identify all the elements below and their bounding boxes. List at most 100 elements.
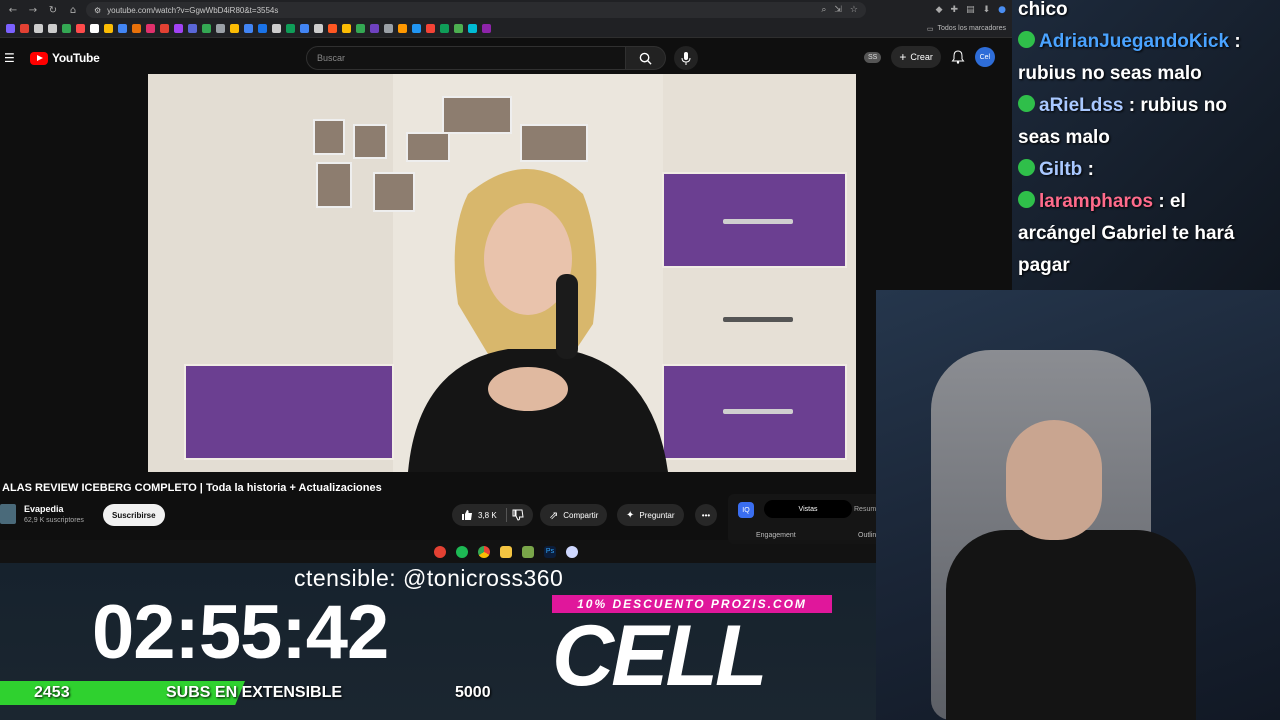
youtube-wordmark: YouTube (52, 51, 100, 65)
bookmark-icon[interactable] (62, 24, 71, 33)
bookmark-icon[interactable] (90, 24, 99, 33)
bookmark-icon[interactable] (230, 24, 239, 33)
photoshop-icon[interactable]: Ps (544, 545, 556, 558)
channel-row: Evapedia 62,9 K suscriptores Suscribirse… (0, 500, 720, 530)
downloads-icon[interactable]: ⬇ (983, 5, 991, 15)
channel-subscribers: 62,9 K suscriptores (24, 517, 84, 524)
bookmark-icon[interactable] (454, 24, 463, 33)
bookmark-icon[interactable] (244, 24, 253, 33)
bookmark-icon[interactable] (384, 24, 393, 33)
ask-button[interactable]: ✦ Preguntar (617, 504, 684, 526)
taskbar-app-icon[interactable] (434, 545, 446, 558)
chat-text: : (1234, 31, 1241, 52)
minecraft-icon[interactable] (522, 545, 534, 558)
chrome-icon[interactable] (478, 545, 490, 558)
notifications-bell-icon[interactable] (951, 50, 965, 64)
subscribe-button[interactable]: Suscribirse (103, 504, 165, 526)
bookmark-icon[interactable] (468, 24, 477, 33)
bookmark-icon[interactable] (482, 24, 491, 33)
menu-icon[interactable]: ☰ (4, 51, 18, 65)
bookmark-icon[interactable] (412, 24, 421, 33)
url-field[interactable]: ⚙ youtube.com/watch?v=GgwWbD4iR80&t=3554… (86, 2, 866, 18)
bookmark-icon[interactable] (342, 24, 351, 33)
search-input[interactable]: Buscar (306, 46, 626, 70)
chat-username[interactable]: Giltb (1039, 159, 1082, 180)
video-player[interactable] (148, 74, 856, 472)
channel-avatar[interactable] (0, 504, 16, 524)
bookmark-icon[interactable] (146, 24, 155, 33)
youtube-logo[interactable]: YouTube (30, 51, 100, 65)
panel-tab-summary[interactable]: Resum (854, 500, 876, 518)
bookmark-icon[interactable] (258, 24, 267, 33)
bookmark-icon[interactable] (132, 24, 141, 33)
spotify-icon[interactable] (456, 545, 468, 558)
sidebar-icon[interactable]: ▤ (966, 5, 975, 15)
bookmark-icon[interactable] (160, 24, 169, 33)
create-button[interactable]: + Crear (891, 46, 941, 68)
forward-icon[interactable]: → (26, 3, 40, 17)
channel-name[interactable]: Evapedia (24, 504, 64, 514)
site-info-icon[interactable]: ⚙ (94, 6, 101, 15)
bookmark-icon[interactable] (398, 24, 407, 33)
bookmark-icon[interactable] (314, 24, 323, 33)
bookmark-icon[interactable] (104, 24, 113, 33)
share-button[interactable]: ⇗ Compartir (540, 504, 608, 526)
brand-logo: CELL (552, 608, 768, 704)
bookmark-icon[interactable] (286, 24, 295, 33)
back-icon[interactable]: ← (6, 3, 20, 17)
stream-layout: ← → ↻ ⌂ ⚙ youtube.com/watch?v=GgwWbD4iR8… (0, 0, 1280, 720)
bookmark-icon[interactable] (426, 24, 435, 33)
chat-text: pagar (1018, 255, 1070, 276)
bookmark-icon[interactable] (174, 24, 183, 33)
chat-message: seas malo (1018, 122, 1110, 154)
stream-overlay: ctensible: @tonicross360 02:55:42 2453 S… (0, 563, 876, 720)
home-icon[interactable]: ⌂ (66, 3, 80, 17)
bookmark-icon[interactable] (440, 24, 449, 33)
bookmark-icon[interactable] (272, 24, 281, 33)
puzzle-icon[interactable]: ✚ (951, 5, 959, 15)
chat-message: larampharos : el (1018, 186, 1186, 218)
bookmark-icon[interactable] (76, 24, 85, 33)
chat-username[interactable]: AdrianJuegandoKick (1039, 31, 1229, 52)
bookmark-icon[interactable] (20, 24, 29, 33)
bookmark-icon[interactable] (34, 24, 43, 33)
more-actions-button[interactable]: ••• (695, 504, 717, 526)
bookmark-icon[interactable] (118, 24, 127, 33)
zoom-icon[interactable]: ⌕ (821, 5, 826, 15)
chat-badge-icon (1018, 95, 1035, 113)
taskbar-app-icon[interactable] (566, 545, 578, 558)
install-icon[interactable]: ⇲ (834, 5, 842, 15)
ss-badge[interactable]: SS (864, 51, 882, 63)
chat-username[interactable]: aRieLdss (1039, 95, 1123, 116)
create-label: Crear (910, 52, 933, 62)
extension-icon[interactable]: ◆ (936, 5, 943, 15)
bookmark-icon[interactable] (370, 24, 379, 33)
bookmark-icon[interactable] (356, 24, 365, 33)
reload-icon[interactable]: ↻ (46, 3, 60, 17)
video-scene-photo (316, 162, 352, 208)
all-bookmarks-label: Todos los marcadores (937, 25, 1006, 32)
chat-message: AdrianJuegandoKick : (1018, 26, 1241, 58)
bookmark-icon[interactable] (202, 24, 211, 33)
search-button[interactable] (626, 46, 666, 70)
bookmark-icon[interactable] (6, 24, 15, 33)
bookmark-icon[interactable] (216, 24, 225, 33)
bookmark-icon[interactable] (48, 24, 57, 33)
all-bookmarks[interactable]: ▭ Todos los marcadores (927, 25, 1006, 33)
account-avatar[interactable]: Cel (974, 47, 995, 67)
panel-tab-views[interactable]: Vistas (764, 500, 852, 518)
thumbs-down-icon[interactable] (512, 509, 524, 521)
profile-icon[interactable]: ● (998, 5, 1006, 15)
like-button[interactable]: 3,8 K (452, 504, 533, 526)
search-placeholder: Buscar (317, 53, 346, 63)
subs-goal: 5000 (455, 684, 491, 701)
star-icon[interactable]: ☆ (850, 5, 858, 15)
bookmark-icon[interactable] (188, 24, 197, 33)
file-explorer-icon[interactable] (500, 545, 512, 558)
voice-search-button[interactable] (674, 46, 698, 70)
chat-message: Giltb : (1018, 154, 1094, 186)
chat-username[interactable]: larampharos (1039, 191, 1153, 212)
chat-badge-icon (1018, 159, 1035, 177)
bookmark-icon[interactable] (300, 24, 309, 33)
bookmark-icon[interactable] (328, 24, 337, 33)
